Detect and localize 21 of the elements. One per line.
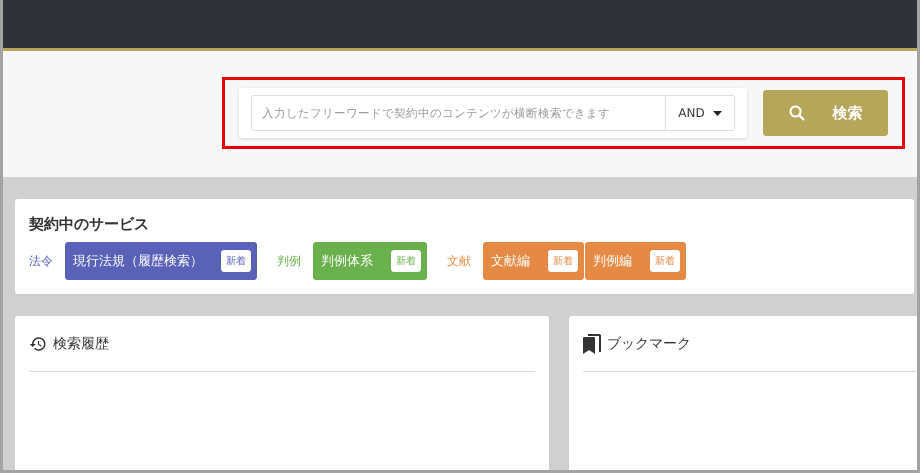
category-label: 判例 [277,252,301,270]
search-icon [788,105,804,121]
new-badge: 新着 [650,250,680,272]
service-button[interactable]: 現行法規（履歴検索） 新着 [65,242,257,280]
category-label: 法令 [29,252,53,270]
panel-title: ブックマーク [607,334,691,352]
card-title: 契約中のサービス [29,215,150,234]
caret-icon [712,110,722,116]
service-button[interactable]: 判例編 新着 [585,242,686,280]
search-button[interactable]: 検索 [763,90,888,136]
service-button[interactable]: 文献編 新着 [483,242,584,280]
search-field[interactable]: 入力したフリーワードで契約中のコンテンツが横断検索できます [251,95,665,131]
bookmark-icon [583,334,601,354]
mode-dropdown[interactable]: AND [665,95,735,131]
panel-title: 検索履歴 [53,334,109,352]
new-badge: 新着 [391,250,421,272]
service-button[interactable]: 判例体系 新着 [313,242,427,280]
history-icon [29,334,47,352]
new-badge: 新着 [221,250,251,272]
category-label: 文献 [447,252,471,270]
new-badge: 新着 [548,250,578,272]
